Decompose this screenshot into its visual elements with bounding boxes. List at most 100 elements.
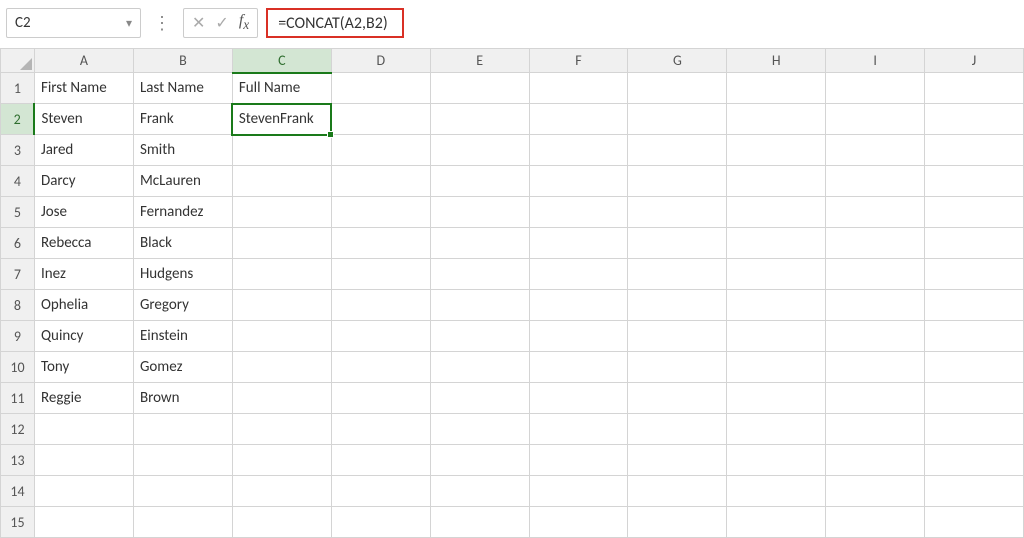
cell-A5[interactable]: Jose bbox=[34, 197, 133, 228]
cell-I7[interactable] bbox=[826, 259, 925, 290]
cell-E9[interactable] bbox=[430, 321, 529, 352]
cell-E2[interactable] bbox=[430, 104, 529, 135]
cell-H1[interactable] bbox=[727, 73, 826, 104]
cell-H15[interactable] bbox=[727, 507, 826, 538]
cell-G11[interactable] bbox=[628, 383, 727, 414]
cell-A3[interactable]: Jared bbox=[34, 135, 133, 166]
cell-G4[interactable] bbox=[628, 166, 727, 197]
vertical-dots-icon[interactable]: ⋮ bbox=[149, 12, 175, 34]
cell-F4[interactable] bbox=[529, 166, 628, 197]
cell-J7[interactable] bbox=[925, 259, 1024, 290]
row-header-3[interactable]: 3 bbox=[1, 135, 35, 166]
cell-I10[interactable] bbox=[826, 352, 925, 383]
cell-B8[interactable]: Gregory bbox=[133, 290, 232, 321]
name-box[interactable]: C2 ▾ bbox=[6, 8, 141, 38]
cell-C14[interactable] bbox=[232, 476, 331, 507]
cell-B5[interactable]: Fernandez bbox=[133, 197, 232, 228]
cell-I1[interactable] bbox=[826, 73, 925, 104]
cell-C5[interactable] bbox=[232, 197, 331, 228]
cell-D9[interactable] bbox=[331, 321, 430, 352]
cell-H2[interactable] bbox=[727, 104, 826, 135]
cell-F3[interactable] bbox=[529, 135, 628, 166]
cell-F11[interactable] bbox=[529, 383, 628, 414]
spreadsheet-grid[interactable]: ABCDEFGHIJ1First NameLast NameFull Name2… bbox=[0, 48, 1024, 538]
cell-C7[interactable] bbox=[232, 259, 331, 290]
cell-G14[interactable] bbox=[628, 476, 727, 507]
cell-J12[interactable] bbox=[925, 414, 1024, 445]
cell-J8[interactable] bbox=[925, 290, 1024, 321]
cell-C13[interactable] bbox=[232, 445, 331, 476]
cell-A14[interactable] bbox=[34, 476, 133, 507]
cell-A9[interactable]: Quincy bbox=[34, 321, 133, 352]
cell-J4[interactable] bbox=[925, 166, 1024, 197]
cell-F5[interactable] bbox=[529, 197, 628, 228]
cell-B7[interactable]: Hudgens bbox=[133, 259, 232, 290]
cell-A10[interactable]: Tony bbox=[34, 352, 133, 383]
cell-I9[interactable] bbox=[826, 321, 925, 352]
cell-C11[interactable] bbox=[232, 383, 331, 414]
cell-D6[interactable] bbox=[331, 228, 430, 259]
cell-D3[interactable] bbox=[331, 135, 430, 166]
cell-I13[interactable] bbox=[826, 445, 925, 476]
column-header-J[interactable]: J bbox=[925, 49, 1024, 73]
cell-G10[interactable] bbox=[628, 352, 727, 383]
row-header-1[interactable]: 1 bbox=[1, 73, 35, 104]
cell-H5[interactable] bbox=[727, 197, 826, 228]
chevron-down-icon[interactable]: ▾ bbox=[126, 16, 132, 31]
cell-D15[interactable] bbox=[331, 507, 430, 538]
cell-C2[interactable]: StevenFrank bbox=[232, 104, 331, 135]
cell-A12[interactable] bbox=[34, 414, 133, 445]
cell-B4[interactable]: McLauren bbox=[133, 166, 232, 197]
select-all-corner[interactable] bbox=[1, 49, 35, 73]
cell-B10[interactable]: Gomez bbox=[133, 352, 232, 383]
cell-J13[interactable] bbox=[925, 445, 1024, 476]
cell-F6[interactable] bbox=[529, 228, 628, 259]
row-header-8[interactable]: 8 bbox=[1, 290, 35, 321]
row-header-2[interactable]: 2 bbox=[1, 104, 35, 135]
cell-D12[interactable] bbox=[331, 414, 430, 445]
cell-B11[interactable]: Brown bbox=[133, 383, 232, 414]
row-header-12[interactable]: 12 bbox=[1, 414, 35, 445]
cell-A15[interactable] bbox=[34, 507, 133, 538]
cell-F15[interactable] bbox=[529, 507, 628, 538]
cell-D10[interactable] bbox=[331, 352, 430, 383]
cell-A4[interactable]: Darcy bbox=[34, 166, 133, 197]
cell-B2[interactable]: Frank bbox=[133, 104, 232, 135]
column-header-F[interactable]: F bbox=[529, 49, 628, 73]
cell-G6[interactable] bbox=[628, 228, 727, 259]
cell-E6[interactable] bbox=[430, 228, 529, 259]
cell-H6[interactable] bbox=[727, 228, 826, 259]
column-header-H[interactable]: H bbox=[727, 49, 826, 73]
cell-D7[interactable] bbox=[331, 259, 430, 290]
cell-D1[interactable] bbox=[331, 73, 430, 104]
cell-E5[interactable] bbox=[430, 197, 529, 228]
cell-G2[interactable] bbox=[628, 104, 727, 135]
fx-icon[interactable]: fx bbox=[239, 12, 249, 33]
cell-G12[interactable] bbox=[628, 414, 727, 445]
cell-D2[interactable] bbox=[331, 104, 430, 135]
cell-E12[interactable] bbox=[430, 414, 529, 445]
cell-D4[interactable] bbox=[331, 166, 430, 197]
cell-B1[interactable]: Last Name bbox=[133, 73, 232, 104]
cell-A13[interactable] bbox=[34, 445, 133, 476]
column-header-G[interactable]: G bbox=[628, 49, 727, 73]
cell-F1[interactable] bbox=[529, 73, 628, 104]
cell-A7[interactable]: Inez bbox=[34, 259, 133, 290]
cell-C3[interactable] bbox=[232, 135, 331, 166]
cell-F14[interactable] bbox=[529, 476, 628, 507]
cell-I3[interactable] bbox=[826, 135, 925, 166]
cell-I5[interactable] bbox=[826, 197, 925, 228]
cell-G5[interactable] bbox=[628, 197, 727, 228]
cell-H9[interactable] bbox=[727, 321, 826, 352]
row-header-9[interactable]: 9 bbox=[1, 321, 35, 352]
cell-E13[interactable] bbox=[430, 445, 529, 476]
cell-C15[interactable] bbox=[232, 507, 331, 538]
cell-B12[interactable] bbox=[133, 414, 232, 445]
cell-B15[interactable] bbox=[133, 507, 232, 538]
cell-J6[interactable] bbox=[925, 228, 1024, 259]
cell-G3[interactable] bbox=[628, 135, 727, 166]
cell-F13[interactable] bbox=[529, 445, 628, 476]
cell-I8[interactable] bbox=[826, 290, 925, 321]
cell-A6[interactable]: Rebecca bbox=[34, 228, 133, 259]
column-header-C[interactable]: C bbox=[232, 49, 331, 73]
